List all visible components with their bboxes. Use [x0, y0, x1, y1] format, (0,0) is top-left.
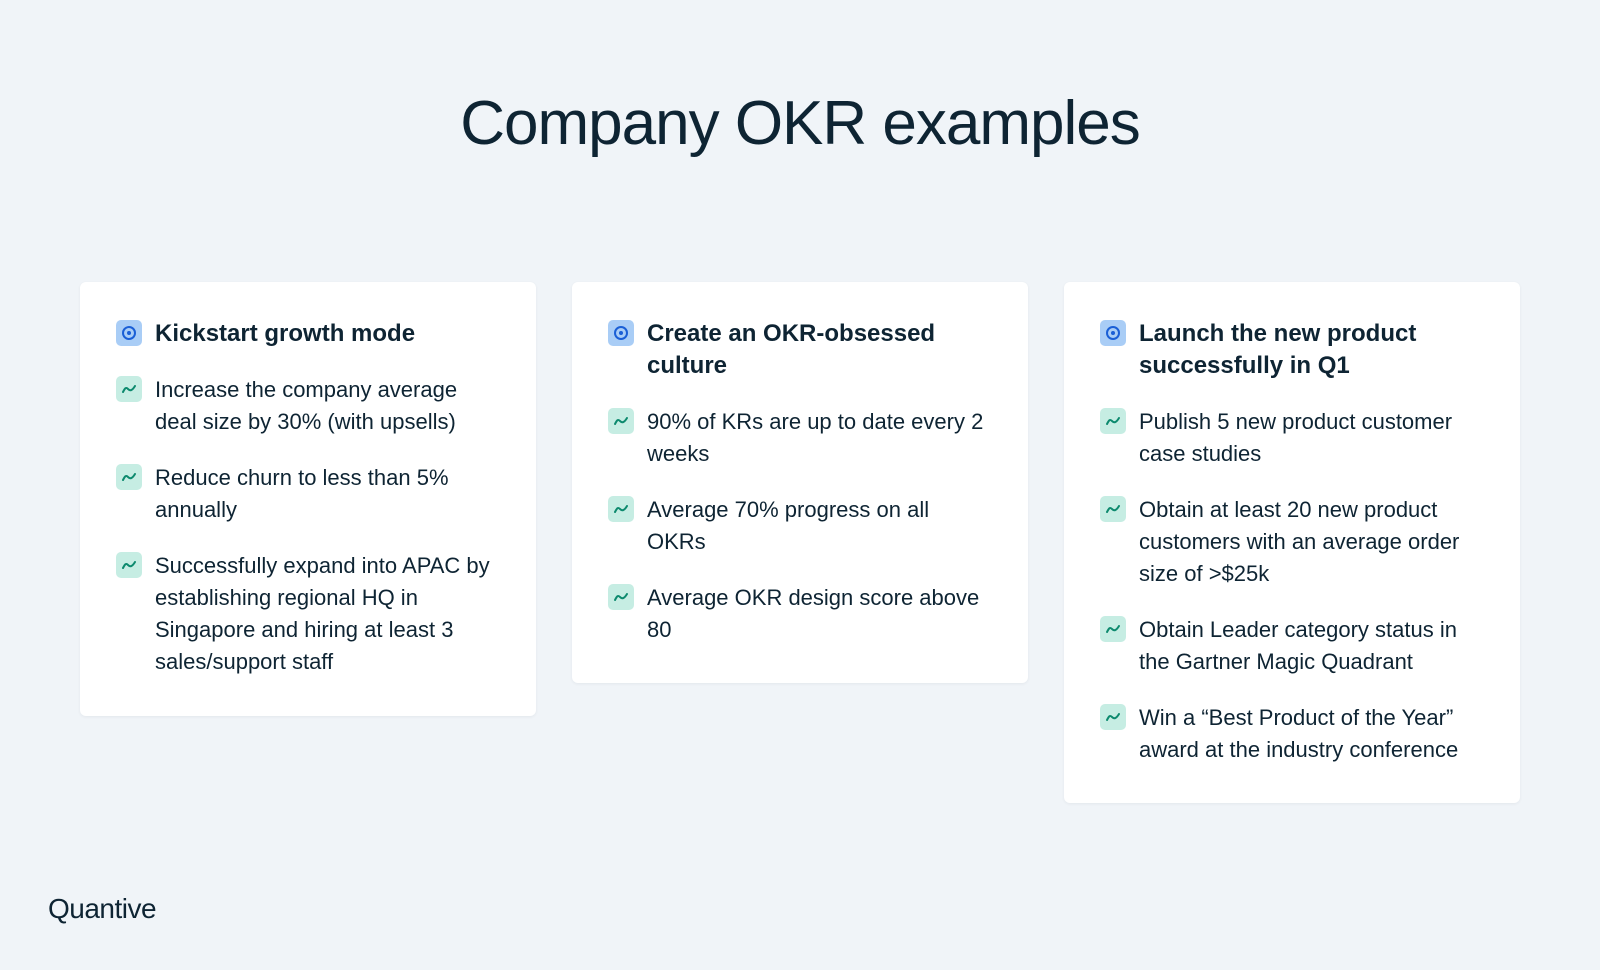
brand-logo: Quantive: [48, 893, 157, 924]
trend-line-icon: [1100, 408, 1126, 434]
key-result-text: 90% of KRs are up to date every 2 weeks: [647, 409, 984, 466]
key-result-item: Average OKR design score above 80: [608, 582, 992, 646]
page-title: Company OKR examples: [460, 89, 1141, 158]
key-result-item: Obtain Leader category status in the Gar…: [1100, 614, 1484, 678]
target-icon: [608, 320, 634, 346]
trend-line-icon: [116, 376, 142, 402]
key-result-item: Reduce churn to less than 5% annually: [116, 462, 500, 526]
key-result-item: Obtain at least 20 new product customers…: [1100, 494, 1484, 590]
key-result-item: Publish 5 new product customer case stud…: [1100, 406, 1484, 470]
key-result-text: Obtain Leader category status in the Gar…: [1139, 617, 1457, 674]
key-result-item: Average 70% progress on all OKRs: [608, 494, 992, 558]
trend-line-icon: [1100, 704, 1126, 730]
objective-title: Create an OKR-obsessed culture: [647, 320, 936, 379]
trend-line-icon: [608, 584, 634, 610]
key-result-text: Successfully expand into APAC by establi…: [155, 553, 490, 674]
trend-line-icon: [116, 552, 142, 578]
objective-row: Launch the new product successfully in Q…: [1100, 318, 1484, 382]
key-result-text: Obtain at least 20 new product customers…: [1139, 497, 1460, 586]
okr-card-product-launch: Launch the new product successfully in Q…: [1064, 282, 1520, 803]
trend-line-icon: [608, 496, 634, 522]
trend-line-icon: [1100, 616, 1126, 642]
trend-line-icon: [116, 464, 142, 490]
target-icon: [1100, 320, 1126, 346]
key-result-text: Reduce churn to less than 5% annually: [155, 465, 449, 522]
key-result-text: Average 70% progress on all OKRs: [647, 497, 930, 554]
key-result-item: Win a “Best Product of the Year” award a…: [1100, 702, 1484, 766]
key-result-text: Average OKR design score above 80: [647, 585, 980, 642]
key-result-item: Increase the company average deal size b…: [116, 374, 500, 438]
key-result-text: Publish 5 new product customer case stud…: [1139, 409, 1453, 466]
target-icon: [116, 320, 142, 346]
objective-title: Launch the new product successfully in Q…: [1139, 320, 1417, 379]
trend-line-icon: [608, 408, 634, 434]
key-result-item: 90% of KRs are up to date every 2 weeks: [608, 406, 992, 470]
objective-row: Kickstart growth mode: [116, 318, 500, 350]
okr-card-growth: Kickstart growth mode Increase the compa…: [80, 282, 536, 716]
key-result-text: Win a “Best Product of the Year” award a…: [1139, 705, 1459, 762]
objective-title: Kickstart growth mode: [155, 320, 416, 347]
trend-line-icon: [1100, 496, 1126, 522]
key-result-item: Successfully expand into APAC by establi…: [116, 550, 500, 678]
okr-card-culture: Create an OKR-obsessed culture 90% of KR…: [572, 282, 1028, 683]
key-result-text: Increase the company average deal size b…: [155, 377, 458, 434]
objective-row: Create an OKR-obsessed culture: [608, 318, 992, 382]
